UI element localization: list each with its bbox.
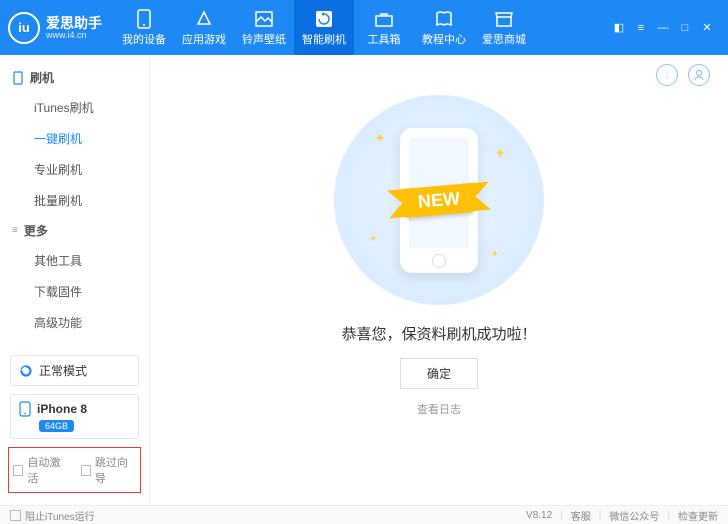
nav-label: 教程中心 <box>422 31 466 47</box>
checkbox-label: 跳过向导 <box>95 454 136 486</box>
brand-title: 爱思助手 <box>46 16 102 30</box>
nav-ringtones[interactable]: 铃声壁纸 <box>234 0 294 55</box>
more-icon: ≡ <box>12 225 18 236</box>
sidebar-item-itunes-flash[interactable]: iTunes刷机 <box>0 92 149 123</box>
section-title: 刷机 <box>30 69 54 86</box>
nav-toolbox[interactable]: 工具箱 <box>354 0 414 55</box>
sidebar-item-advanced[interactable]: 高级功能 <box>0 307 149 338</box>
sidebar-item-oneclick-flash[interactable]: 一键刷机 <box>0 123 149 154</box>
refresh-circle-icon <box>19 364 33 378</box>
nav-store[interactable]: 爱思商城 <box>474 0 534 55</box>
header-actions: ↓ <box>656 64 718 86</box>
brand-subtitle: www.i4.cn <box>46 30 102 40</box>
update-link[interactable]: 检查更新 <box>678 508 718 523</box>
device-box[interactable]: iPhone 8 64GB <box>10 394 139 439</box>
nav-label: 应用游戏 <box>182 31 226 47</box>
apps-icon <box>194 9 214 29</box>
checkbox-skip-guide[interactable]: 跳过向导 <box>81 454 137 486</box>
user-icon[interactable] <box>688 64 710 86</box>
nav-label: 我的设备 <box>122 31 166 47</box>
nav-smart-flash[interactable]: 智能刷机 <box>294 0 354 55</box>
sidebar-item-download-fw[interactable]: 下载固件 <box>0 276 149 307</box>
body: 刷机 iTunes刷机 一键刷机 专业刷机 批量刷机 ≡ 更多 其他工具 下载固… <box>0 55 728 505</box>
status-bar: 阻止iTunes运行 V8.12 | 客服 | 微信公众号 | 检查更新 <box>0 505 728 524</box>
checkbox-prevent-itunes[interactable]: 阻止iTunes运行 <box>10 508 95 523</box>
mode-box[interactable]: 正常模式 <box>10 355 139 386</box>
store-icon <box>494 9 514 29</box>
sparkle-icon: ✦ <box>369 234 377 245</box>
ok-button[interactable]: 确定 <box>400 358 478 389</box>
nav-apps[interactable]: 应用游戏 <box>174 0 234 55</box>
view-log-link[interactable]: 查看日志 <box>417 401 461 417</box>
refresh-icon <box>314 9 334 29</box>
sidebar: 刷机 iTunes刷机 一键刷机 专业刷机 批量刷机 ≡ 更多 其他工具 下载固… <box>0 55 150 505</box>
device-name: iPhone 8 <box>37 402 87 416</box>
nav-label: 爱思商城 <box>482 31 526 47</box>
maximize-icon[interactable]: □ <box>678 21 692 35</box>
nav-my-device[interactable]: 我的设备 <box>114 0 174 55</box>
section-title: 更多 <box>24 222 48 239</box>
nav-tutorials[interactable]: 教程中心 <box>414 0 474 55</box>
support-link[interactable]: 客服 <box>571 508 591 523</box>
mode-label: 正常模式 <box>39 362 87 379</box>
download-icon[interactable]: ↓ <box>656 64 678 86</box>
window-controls: ◧ ≡ — □ ✕ <box>606 21 720 35</box>
wechat-link[interactable]: 微信公众号 <box>609 508 659 523</box>
close-icon[interactable]: ✕ <box>700 21 714 35</box>
sparkle-icon: ✦ <box>374 130 386 147</box>
checkbox-auto-activate[interactable]: 自动激活 <box>13 454 69 486</box>
brand-logo[interactable]: iu 爱思助手 www.i4.cn <box>8 12 114 44</box>
sidebar-section-more: ≡ 更多 <box>0 216 149 245</box>
storage-badge: 64GB <box>39 420 74 432</box>
main-content: ✦ ✦ ✦ ✦ NEW 恭喜您，保资料刷机成功啦！ 确定 查看日志 <box>150 55 728 505</box>
book-icon <box>434 9 454 29</box>
menu-icon[interactable]: ≡ <box>634 21 648 35</box>
new-ribbon: NEW <box>405 183 473 218</box>
logo-icon: iu <box>8 12 40 44</box>
app-header: iu 爱思助手 www.i4.cn 我的设备 应用游戏 铃声壁纸 智能刷机 工具… <box>0 0 728 55</box>
sidebar-item-other-tools[interactable]: 其他工具 <box>0 245 149 276</box>
sidebar-section-flash: 刷机 <box>0 63 149 92</box>
checkbox-label: 自动激活 <box>27 454 68 486</box>
image-icon <box>254 9 274 29</box>
sparkle-icon: ✦ <box>491 249 499 260</box>
sparkle-icon: ✦ <box>494 145 506 162</box>
minimize-icon[interactable]: — <box>656 21 670 35</box>
sidebar-item-pro-flash[interactable]: 专业刷机 <box>0 154 149 185</box>
sidebar-item-batch-flash[interactable]: 批量刷机 <box>0 185 149 216</box>
flash-icon <box>12 71 24 85</box>
brand-text: 爱思助手 www.i4.cn <box>46 16 102 40</box>
nav-label: 铃声壁纸 <box>242 31 286 47</box>
theme-icon[interactable]: ◧ <box>612 21 626 35</box>
success-illustration: ✦ ✦ ✦ ✦ NEW <box>334 95 544 305</box>
version-label: V8.12 <box>526 510 552 521</box>
phone-icon <box>134 9 154 29</box>
toolbox-icon <box>374 9 394 29</box>
top-nav: 我的设备 应用游戏 铃声壁纸 智能刷机 工具箱 教程中心 爱思商城 <box>114 0 606 55</box>
checkbox-label: 阻止iTunes运行 <box>25 508 95 523</box>
success-message: 恭喜您，保资料刷机成功啦！ <box>341 323 536 344</box>
nav-label: 智能刷机 <box>302 31 346 47</box>
options-row-highlighted: 自动激活 跳过向导 <box>8 447 141 493</box>
nav-label: 工具箱 <box>368 31 401 47</box>
device-phone-icon <box>19 401 31 417</box>
